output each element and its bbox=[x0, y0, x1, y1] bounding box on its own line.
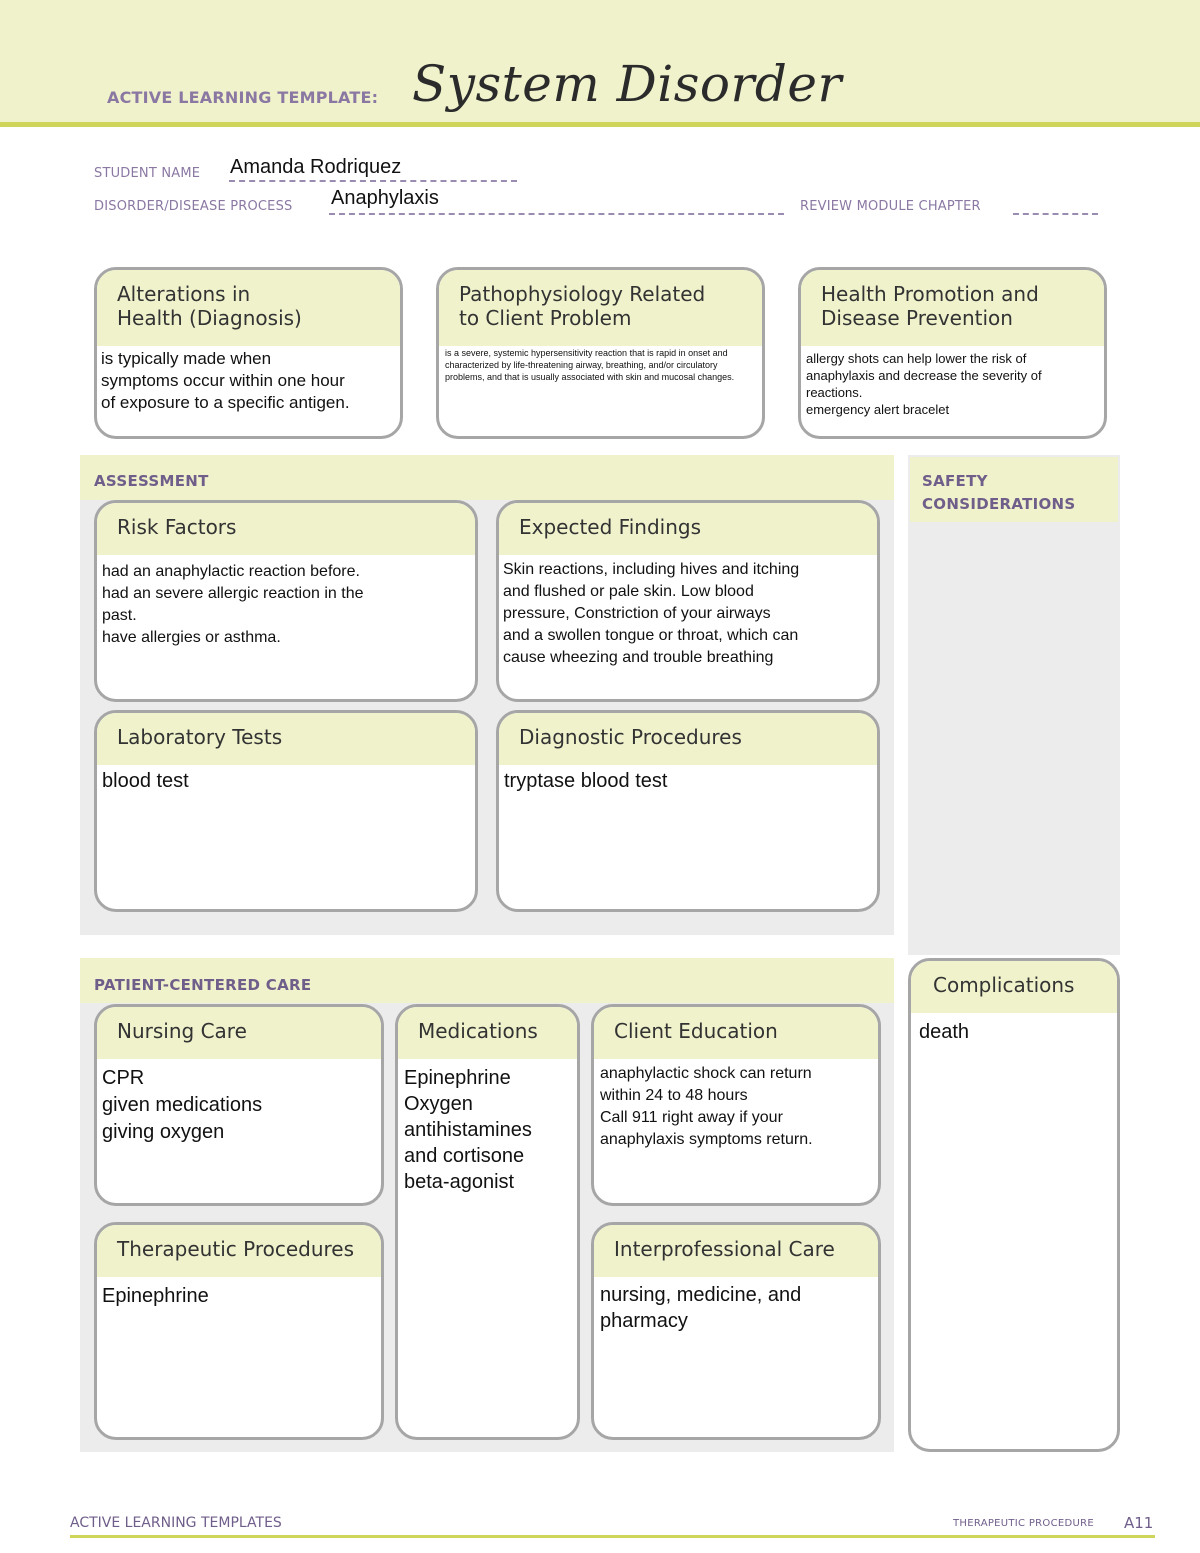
medications-body[interactable]: Epinephrine Oxygen antihistamines and co… bbox=[398, 1059, 577, 1201]
client-education-box: Client Education anaphylactic shock can … bbox=[591, 1004, 881, 1206]
review-module-label: REVIEW MODULE CHAPTER bbox=[800, 199, 981, 214]
disorder-label: DISORDER/DISEASE PROCESS bbox=[94, 199, 293, 214]
laboratory-tests-body[interactable]: blood test bbox=[97, 765, 475, 797]
expected-findings-box: Expected Findings Skin reactions, includ… bbox=[496, 500, 880, 702]
therapeutic-procedures-title: Therapeutic Procedures bbox=[97, 1225, 381, 1277]
pathophysiology-title: Pathophysiology Related to Client Proble… bbox=[439, 270, 762, 346]
footer-divider bbox=[70, 1535, 1155, 1538]
student-name-label: STUDENT NAME bbox=[94, 166, 201, 181]
pathophysiology-body[interactable]: is a severe, systemic hypersensitivity r… bbox=[439, 346, 762, 384]
medications-title: Medications bbox=[398, 1007, 577, 1059]
therapeutic-procedures-body[interactable]: Epinephrine bbox=[97, 1277, 381, 1315]
diagnostic-procedures-box: Diagnostic Procedures tryptase blood tes… bbox=[496, 710, 880, 912]
template-label: ACTIVE LEARNING TEMPLATE: bbox=[107, 88, 379, 107]
interprofessional-care-body[interactable]: nursing, medicine, and pharmacy bbox=[594, 1277, 878, 1339]
diagnostic-procedures-title: Diagnostic Procedures bbox=[499, 713, 877, 765]
complications-body[interactable]: death bbox=[911, 1013, 1117, 1051]
client-education-body[interactable]: anaphylactic shock can return within 24 … bbox=[594, 1059, 878, 1155]
review-module-underline bbox=[1013, 213, 1098, 215]
nursing-care-title: Nursing Care bbox=[97, 1007, 381, 1059]
health-promotion-title: Health Promotion and Disease Prevention bbox=[801, 270, 1104, 346]
assessment-label: ASSESSMENT bbox=[94, 472, 209, 490]
client-education-title: Client Education bbox=[594, 1007, 878, 1059]
footer-section-label: THERAPEUTIC PROCEDURE bbox=[953, 1518, 1094, 1529]
diagnostic-procedures-body[interactable]: tryptase blood test bbox=[499, 765, 877, 797]
complications-title: Complications bbox=[911, 961, 1117, 1013]
student-name-underline bbox=[229, 180, 517, 182]
disorder-underline bbox=[329, 213, 784, 215]
alterations-body[interactable]: is typically made when symptoms occur wi… bbox=[97, 346, 400, 416]
health-promotion-box: Health Promotion and Disease Prevention … bbox=[798, 267, 1107, 439]
risk-factors-body[interactable]: had an anaphylactic reaction before. had… bbox=[97, 555, 475, 655]
alterations-title: Alterations in Health (Diagnosis) bbox=[97, 270, 400, 346]
interprofessional-care-title: Interprofessional Care bbox=[594, 1225, 878, 1277]
risk-factors-box: Risk Factors had an anaphylactic reactio… bbox=[94, 500, 478, 702]
pathophysiology-box: Pathophysiology Related to Client Proble… bbox=[436, 267, 765, 439]
footer-title: ACTIVE LEARNING TEMPLATES bbox=[70, 1515, 282, 1531]
therapeutic-procedures-box: Therapeutic Procedures Epinephrine bbox=[94, 1222, 384, 1440]
laboratory-tests-title: Laboratory Tests bbox=[97, 713, 475, 765]
expected-findings-title: Expected Findings bbox=[499, 503, 877, 555]
patient-care-label: PATIENT-CENTERED CARE bbox=[94, 976, 312, 994]
nursing-care-box: Nursing Care CPR given medications givin… bbox=[94, 1004, 384, 1206]
interprofessional-care-box: Interprofessional Care nursing, medicine… bbox=[591, 1222, 881, 1440]
page-number: A11 bbox=[1124, 1514, 1154, 1532]
laboratory-tests-box: Laboratory Tests blood test bbox=[94, 710, 478, 912]
student-name-field[interactable]: Amanda Rodriquez bbox=[230, 156, 401, 179]
alterations-box: Alterations in Health (Diagnosis) is typ… bbox=[94, 267, 403, 439]
risk-factors-title: Risk Factors bbox=[97, 503, 475, 555]
medications-box: Medications Epinephrine Oxygen antihista… bbox=[395, 1004, 580, 1440]
safety-section[interactable] bbox=[908, 455, 1120, 955]
health-promotion-body[interactable]: allergy shots can help lower the risk of… bbox=[801, 346, 1104, 422]
complications-box: Complications death bbox=[908, 958, 1120, 1452]
safety-label: SAFETY CONSIDERATIONS bbox=[922, 472, 1076, 513]
nursing-care-body[interactable]: CPR given medications giving oxygen bbox=[97, 1059, 381, 1152]
header-divider bbox=[0, 122, 1200, 127]
expected-findings-body[interactable]: Skin reactions, including hives and itch… bbox=[499, 555, 877, 673]
page-title: System Disorder bbox=[412, 55, 842, 113]
disorder-field[interactable]: Anaphylaxis bbox=[331, 187, 439, 210]
